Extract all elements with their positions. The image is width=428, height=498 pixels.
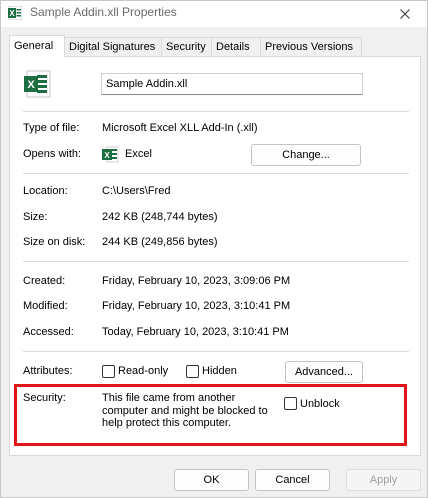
change-button[interactable]: Change...	[251, 144, 361, 166]
separator	[23, 351, 409, 352]
tab-general[interactable]: General	[9, 35, 65, 57]
type-label: Type of file:	[23, 122, 80, 134]
separator	[23, 173, 409, 174]
tab-security[interactable]: Security	[161, 37, 212, 56]
separator	[23, 111, 409, 112]
advanced-button[interactable]: Advanced...	[285, 361, 363, 383]
hidden-checkbox[interactable]	[186, 365, 199, 378]
modified-label: Modified:	[23, 300, 68, 312]
created-label: Created:	[23, 275, 66, 287]
modified-value: Friday, February 10, 2023, 3:10:41 PM	[102, 300, 291, 312]
readonly-checkbox[interactable]	[102, 365, 115, 378]
close-icon	[400, 9, 410, 19]
separator	[23, 261, 409, 262]
location-value: C:\Users\Fred	[102, 185, 171, 197]
tab-digital-signatures[interactable]: Digital Signatures	[64, 37, 162, 56]
hidden-label[interactable]: Hidden	[202, 365, 237, 377]
unblock-checkbox[interactable]	[284, 397, 297, 410]
apply-button[interactable]: Apply	[346, 469, 421, 491]
cancel-button[interactable]: Cancel	[255, 469, 330, 491]
accessed-label: Accessed:	[23, 326, 74, 338]
svg-text:X: X	[104, 151, 110, 160]
type-value: Microsoft Excel XLL Add-In (.xll)	[102, 122, 258, 134]
tab-details[interactable]: Details	[211, 37, 261, 56]
attributes-label: Attributes:	[23, 365, 73, 377]
location-label: Location:	[23, 185, 68, 197]
window-title: Sample Addin.xll Properties	[30, 5, 177, 19]
size-value: 242 KB (248,744 bytes)	[102, 211, 218, 223]
file-name-field[interactable]	[101, 73, 363, 95]
size-label: Size:	[23, 211, 48, 223]
excel-addin-icon: X	[8, 6, 22, 20]
security-message: This file came from another computer and…	[102, 392, 268, 429]
properties-window: X Sample Addin.xll Properties General Di…	[0, 0, 428, 498]
svg-text:X: X	[27, 79, 35, 91]
opens-with-value: Excel	[125, 148, 152, 160]
close-button[interactable]	[383, 1, 427, 27]
unblock-label[interactable]: Unblock	[300, 398, 340, 410]
size-on-disk-value: 244 KB (249,856 bytes)	[102, 236, 218, 248]
created-value: Friday, February 10, 2023, 3:09:06 PM	[102, 275, 291, 287]
excel-app-icon: X	[102, 146, 119, 163]
readonly-label[interactable]: Read-only	[118, 365, 168, 377]
excel-file-icon: X	[24, 70, 51, 98]
ok-button[interactable]: OK	[174, 469, 249, 491]
security-label: Security:	[23, 392, 66, 404]
tab-previous-versions[interactable]: Previous Versions	[260, 37, 362, 56]
accessed-value: Today, February 10, 2023, 3:10:41 PM	[102, 326, 289, 338]
size-on-disk-label: Size on disk:	[23, 236, 86, 248]
opens-with-label: Opens with:	[23, 148, 82, 160]
svg-text:X: X	[9, 9, 15, 18]
title-bar: X Sample Addin.xll Properties	[1, 1, 427, 27]
